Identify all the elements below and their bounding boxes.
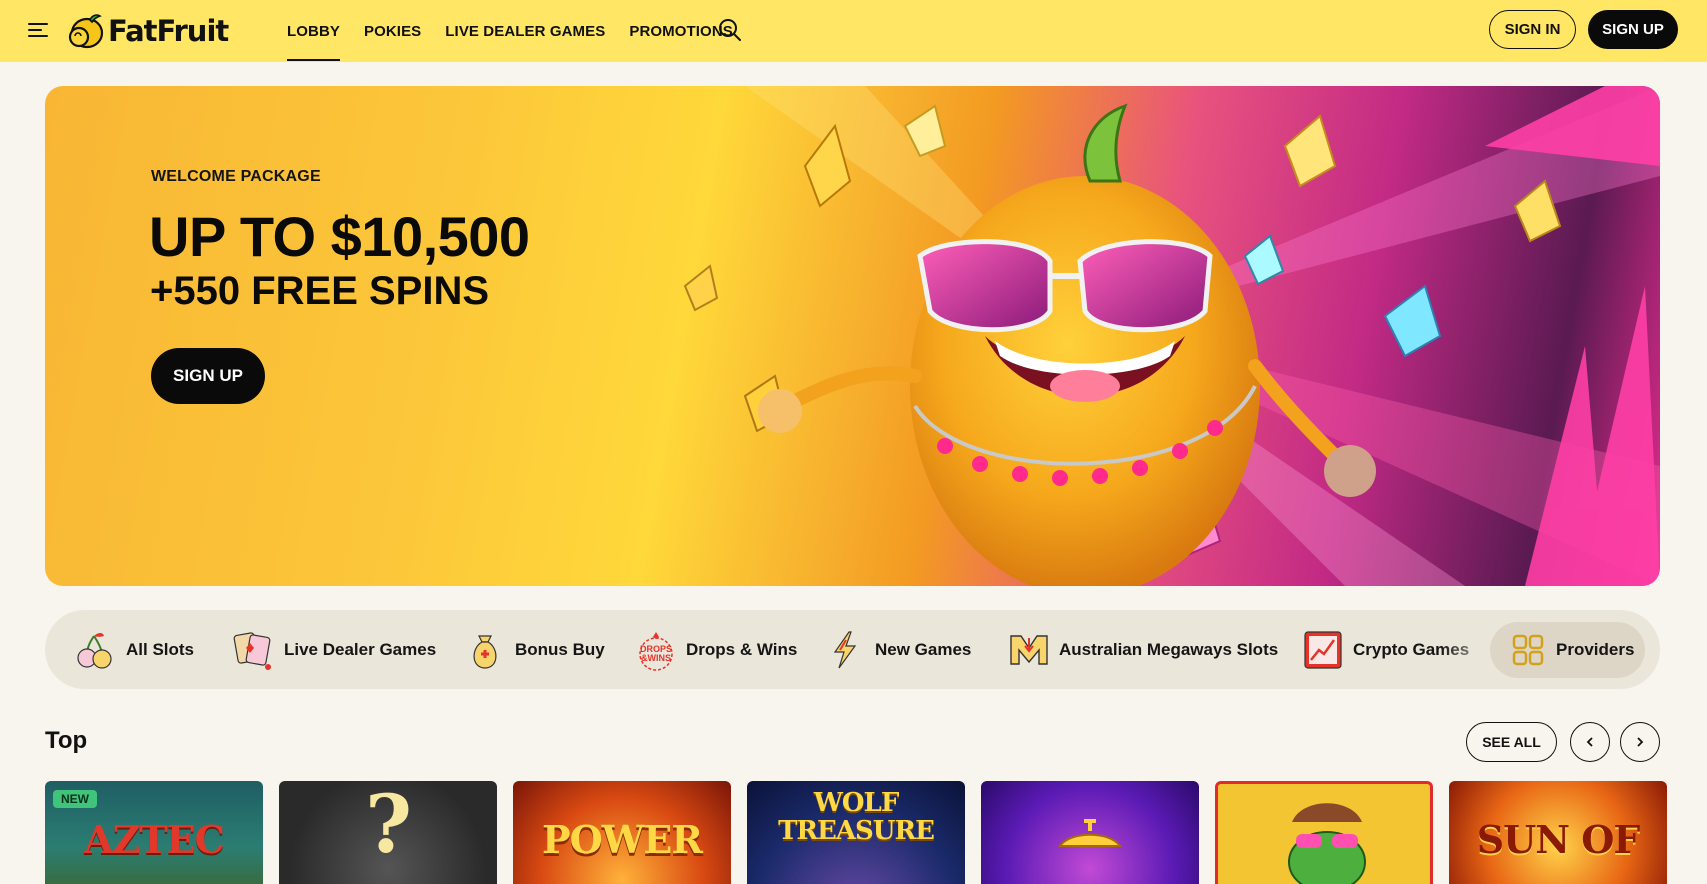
game-tile[interactable] — [981, 781, 1199, 884]
category-label: Australian Megaways Slots — [1059, 640, 1279, 659]
category-live-dealer-games[interactable]: Live Dealer Games — [232, 624, 436, 676]
nav-lobby[interactable]: LOBBY — [287, 0, 340, 62]
game-tile[interactable]: ? — [279, 781, 497, 884]
category-label: Live Dealer Games — [284, 640, 437, 659]
nav-live-dealer-games[interactable]: LIVE DEALER GAMES — [445, 0, 605, 62]
see-all-button[interactable]: SEE ALL — [1466, 722, 1557, 762]
category-australian-megaways-slots[interactable]: Australian Megaways Slots — [1007, 624, 1278, 676]
money-bag-icon — [473, 635, 497, 669]
hero-sign-up-button[interactable]: SIGN UP — [151, 348, 265, 404]
category-all-slots[interactable]: All Slots — [74, 624, 194, 676]
hero-title: UP TO $10,500 — [149, 205, 530, 268]
main-nav: LOBBY POKIES LIVE DEALER GAMES PROMOTION… — [287, 0, 757, 62]
logo[interactable]: FatFruit — [66, 12, 229, 50]
game-tiles: AZTEC NEW ? POWER WOLF TREASURE SUN OF — [45, 781, 1707, 884]
category-label: Providers — [1556, 640, 1635, 659]
game-tile[interactable]: POWER — [513, 781, 731, 884]
menu-icon[interactable] — [28, 20, 50, 38]
category-label: All Slots — [126, 640, 195, 659]
logo-text: FatFruit — [108, 14, 229, 48]
category-bar: All Slots Live Dealer Games Bonus Buy DR… — [45, 610, 1660, 689]
new-badge: NEW — [53, 790, 97, 808]
game-title: AZTEC — [84, 817, 225, 862]
frog-character-icon — [1288, 803, 1366, 884]
hero-artwork — [683, 86, 1660, 586]
category-label: Bonus Buy — [515, 640, 605, 659]
category-label: Drops & Wins — [686, 640, 798, 659]
game-tile[interactable]: SUN OF — [1449, 781, 1667, 884]
game-title: POWER — [542, 817, 703, 862]
grid-icon — [1512, 634, 1544, 666]
site-header: FatFruit LOBBY POKIES LIVE DEALER GAMES … — [0, 0, 1707, 62]
search-icon[interactable] — [717, 17, 743, 43]
category-drops-wins[interactable]: DROPS &WINS Drops & Wins — [634, 624, 797, 676]
lemon-logo-icon — [68, 14, 104, 49]
hero-banner[interactable]: WELCOME PACKAGE UP TO $10,500 +550 FREE … — [45, 86, 1660, 586]
chevron-right-icon — [1637, 737, 1644, 747]
nav-pokies[interactable]: POKIES — [364, 0, 421, 62]
crypto-chart-icon — [1304, 631, 1342, 669]
genie-lamp-icon — [1058, 819, 1122, 847]
sign-up-button[interactable]: SIGN UP — [1588, 10, 1678, 49]
megaways-icon — [1010, 635, 1048, 665]
hero-subtitle: +550 FREE SPINS — [150, 269, 490, 313]
game-tile[interactable]: WOLF TREASURE — [747, 781, 965, 884]
category-bonus-buy[interactable]: Bonus Buy — [463, 624, 605, 676]
drops-wins-icon: DROPS &WINS — [639, 632, 673, 671]
next-button[interactable] — [1620, 722, 1660, 762]
category-providers[interactable]: Providers — [1490, 622, 1645, 678]
game-tile[interactable]: AZTEC NEW — [45, 781, 263, 884]
hero-kicker: WELCOME PACKAGE — [151, 168, 321, 185]
category-new-games[interactable]: New Games — [823, 624, 971, 676]
category-label: New Games — [875, 640, 972, 659]
sign-in-button[interactable]: SIGN IN — [1489, 10, 1576, 49]
game-title: SUN OF — [1476, 817, 1641, 862]
game-title: ? — [365, 781, 412, 871]
chevron-left-icon — [1586, 737, 1593, 747]
section-title: Top — [45, 727, 88, 754]
game-tile[interactable] — [1215, 781, 1433, 884]
lightning-icon — [833, 631, 857, 669]
cherries-icon — [77, 633, 112, 669]
game-title: WOLF TREASURE — [778, 788, 935, 846]
prev-button[interactable] — [1570, 722, 1610, 762]
svg-text:&WINS: &WINS — [641, 653, 671, 663]
playing-cards-icon — [233, 632, 271, 670]
